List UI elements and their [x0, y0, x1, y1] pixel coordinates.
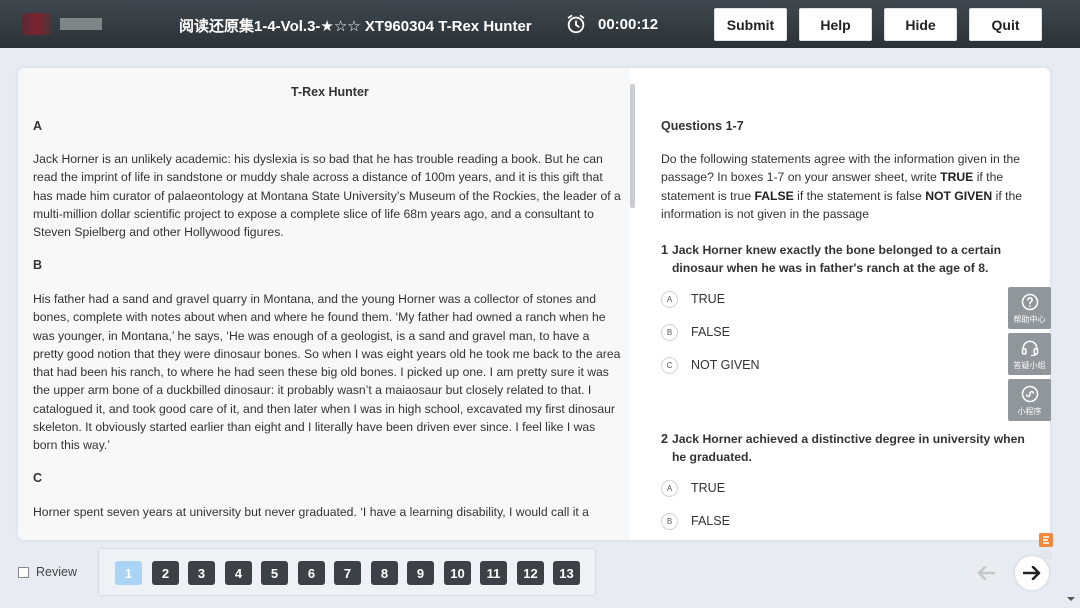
page-button-5[interactable]: 5 — [261, 561, 288, 585]
paragraph-letter: A — [33, 119, 43, 133]
questions-heading: Questions 1-7 — [661, 119, 744, 133]
paragraph: Jack Horner is an unlikely academic: his… — [33, 152, 621, 240]
mini-program-widget[interactable]: 小程序 — [1008, 379, 1051, 421]
timer: 00:00:12 — [598, 16, 659, 33]
submit-button[interactable]: Submit — [714, 8, 787, 41]
previous-button[interactable] — [969, 556, 1003, 590]
option-1c[interactable]: C NOT GIVEN — [661, 355, 760, 375]
qa-group-widget[interactable]: 答疑小组 — [1008, 333, 1051, 375]
input-method-icon — [1039, 533, 1053, 559]
option-2b[interactable]: B FALSE — [661, 511, 730, 531]
passage-title: T-Rex Hunter — [291, 85, 369, 99]
hide-button[interactable]: Hide — [884, 8, 957, 41]
pane-resize-handle[interactable] — [630, 84, 635, 208]
page-button-8[interactable]: 8 — [371, 561, 398, 585]
exam-title: 阅读还原集1-4-Vol.3-★☆☆ XT960304 T-Rex Hunter — [179, 18, 532, 35]
paragraph: His father had a sand and gravel quarry … — [33, 292, 621, 453]
questions-instruction: Do the following statements agree with t… — [661, 152, 1023, 221]
exam-card: T-Rex Hunter A Jack Horner is an unlikel… — [18, 68, 1050, 540]
paragraph: Horner spent seven years at university b… — [33, 505, 589, 519]
page-button-13[interactable]: 13 — [553, 561, 580, 585]
headset-icon — [1021, 340, 1038, 356]
page-button-12[interactable]: 12 — [517, 561, 544, 585]
top-bar: 阅读还原集1-4-Vol.3-★☆☆ XT960304 T-Rex Hunter… — [0, 0, 1080, 48]
page-button-10[interactable]: 10 — [444, 561, 471, 585]
option-1a[interactable]: A TRUE — [661, 289, 725, 309]
page-button-7[interactable]: 7 — [334, 561, 361, 585]
alarm-clock-icon — [567, 14, 585, 34]
logo — [22, 12, 127, 36]
questions-pane[interactable]: Questions 1-7 Do the following statement… — [645, 68, 1050, 540]
review-checkbox[interactable]: Review — [18, 565, 77, 579]
page-button-9[interactable]: 9 — [407, 561, 434, 585]
page-button-1[interactable]: 1 — [115, 561, 142, 585]
page-button-4[interactable]: 4 — [225, 561, 252, 585]
help-button[interactable]: Help — [799, 8, 872, 41]
page-button-3[interactable]: 3 — [188, 561, 215, 585]
paragraph-letter: B — [33, 258, 43, 272]
passage-pane[interactable]: T-Rex Hunter A Jack Horner is an unlikel… — [18, 68, 630, 540]
question-number: 2 — [661, 432, 668, 446]
arrow-left-icon — [977, 566, 995, 580]
question-pager: 1 2 3 4 5 6 7 8 9 10 11 12 13 — [98, 548, 596, 596]
question-text: Jack Horner knew exactly the bone belong… — [671, 243, 1002, 276]
question-2: 2 Jack Horner achieved a distinctive deg… — [661, 430, 1031, 467]
help-center-widget[interactable]: 帮助中心 — [1008, 287, 1051, 329]
option-1b[interactable]: B FALSE — [661, 322, 730, 342]
page-button-6[interactable]: 6 — [298, 561, 325, 585]
option-2a[interactable]: A TRUE — [661, 478, 725, 498]
paragraph-letter: C — [33, 471, 43, 485]
question-text: Jack Horner achieved a distinctive degre… — [671, 432, 1025, 465]
question-1: 1 Jack Horner knew exactly the bone belo… — [661, 241, 1031, 278]
page-button-2[interactable]: 2 — [152, 561, 179, 585]
question-circle-icon — [1021, 293, 1038, 310]
question-number: 1 — [661, 243, 668, 257]
page-button-11[interactable]: 11 — [480, 561, 507, 585]
scroll-down-icon[interactable] — [1066, 594, 1076, 604]
mini-program-icon — [1021, 385, 1038, 402]
quit-button[interactable]: Quit — [969, 8, 1042, 41]
